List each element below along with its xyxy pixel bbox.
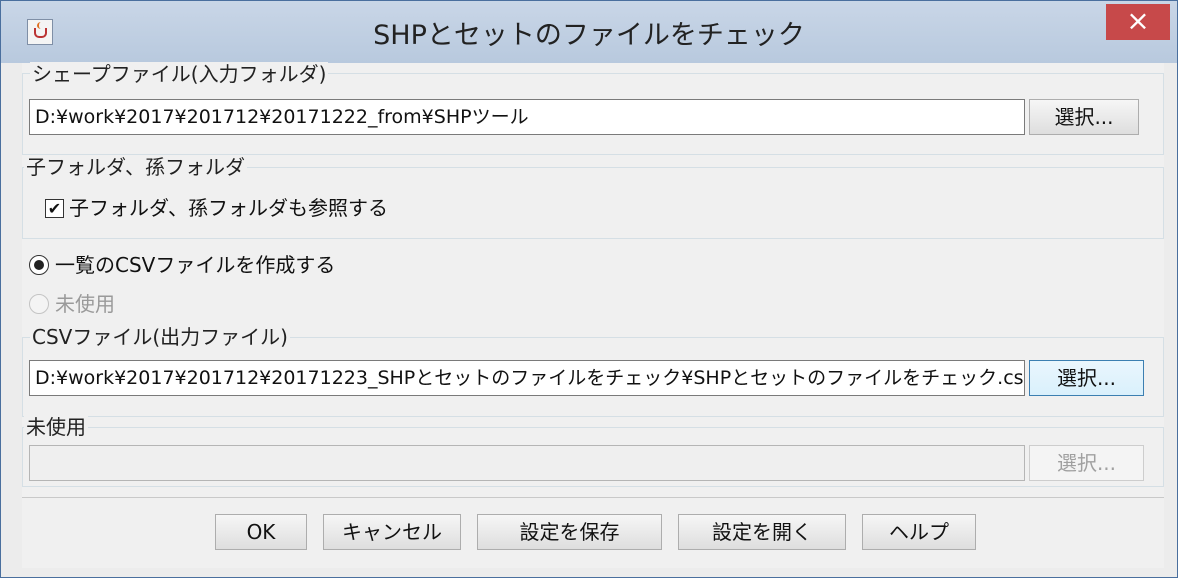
csv-select-button[interactable]: 選択...: [1029, 360, 1144, 396]
footer-separator: [22, 497, 1164, 498]
subfolder-legend: 子フォルダ、孫フォルダ: [24, 155, 247, 179]
title-bar[interactable]: SHPとセットのファイルをチェック ×: [1, 1, 1177, 63]
unused-input: [29, 445, 1025, 481]
ok-button[interactable]: OK: [215, 514, 307, 550]
shape-select-button[interactable]: 選択...: [1029, 99, 1139, 135]
csv-output-input[interactable]: D:¥work¥2017¥201712¥20171223_SHPとセットのファイ…: [29, 360, 1025, 396]
unused-select-button: 選択...: [1029, 445, 1144, 481]
shape-file-legend: シェープファイル(入力フォルダ): [30, 62, 329, 86]
unused-radio: [29, 294, 49, 314]
close-button[interactable]: ×: [1106, 4, 1170, 40]
shape-folder-input[interactable]: D:¥work¥2017¥201712¥20171222_from¥SHPツール: [29, 99, 1025, 135]
create-csv-radio-label[interactable]: 一覧のCSVファイルを作成する: [55, 253, 335, 277]
dialog-content: シェープファイル(入力フォルダ) D:¥work¥2017¥201712¥201…: [22, 62, 1164, 568]
unused-group-legend: 未使用: [24, 415, 88, 439]
cancel-button[interactable]: キャンセル: [323, 514, 461, 550]
open-settings-button[interactable]: 設定を開く: [678, 514, 846, 550]
save-settings-button[interactable]: 設定を保存: [477, 514, 662, 550]
help-button[interactable]: ヘルプ: [862, 514, 976, 550]
csv-output-value: D:¥work¥2017¥201712¥20171223_SHPとセットのファイ…: [35, 367, 1025, 389]
unused-radio-label: 未使用: [55, 292, 115, 316]
subfolder-checkbox-label[interactable]: 子フォルダ、孫フォルダも参照する: [69, 196, 388, 220]
create-csv-radio[interactable]: [29, 255, 49, 275]
csv-output-legend: CSVファイル(出力ファイル): [30, 325, 290, 349]
window-title: SHPとセットのファイルをチェック: [373, 20, 805, 51]
dialog-window: SHPとセットのファイルをチェック × シェープファイル(入力フォルダ) D:¥…: [0, 0, 1178, 578]
subfolder-checkbox[interactable]: ✔: [45, 199, 64, 218]
